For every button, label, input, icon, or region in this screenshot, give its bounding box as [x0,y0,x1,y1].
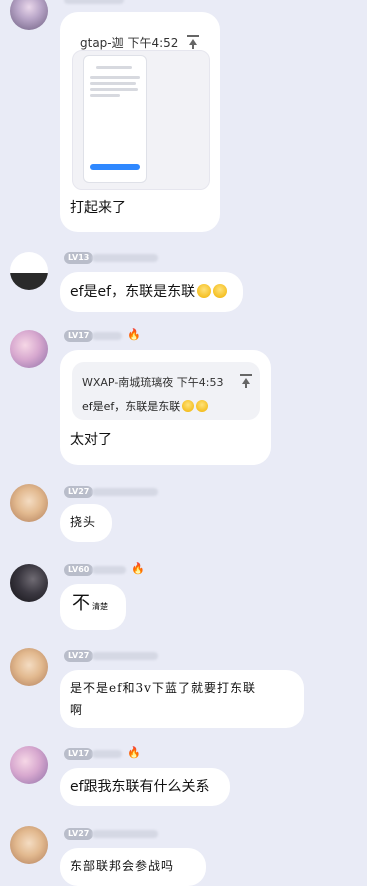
message-text: 打起来了 [70,200,126,216]
avatar[interactable] [10,484,48,522]
avatar[interactable] [10,564,48,602]
fire-icon: 🔥 [131,562,145,575]
nickname-blurred [92,750,122,758]
screenshot-thumbnail[interactable] [72,50,210,190]
level-badge: LV27 [64,828,94,840]
smiling-face-icon [213,284,228,298]
nickname-blurred [92,652,158,660]
level-badge: LV13 [64,252,94,264]
message-text: ef跟我东联有什么关系 [70,779,210,795]
level-badge: LV17 [64,330,94,342]
level-badge: LV60 [64,564,94,576]
nickname-blurred [92,830,158,838]
nickname-blurred [92,566,126,574]
message-text-line: 啊 [70,703,84,717]
smiling-face-icon [182,400,195,412]
quote-header: gtap-迦 下午4:52 [80,36,179,50]
avatar[interactable] [10,826,48,864]
avatar[interactable] [10,330,48,368]
quote-text: ef是ef，东联是东联 [82,398,209,414]
smiling-face-icon [196,400,209,412]
level-badge: LV27 [64,650,94,662]
quote-header: WXAP-南城琉璃夜 下午4:53 [82,376,224,389]
nickname-blurred [92,488,158,496]
message-text: 东部联邦会参战吗 [70,859,175,873]
message-text-line: 是不是ef和3v下蓝了就要打东联 [70,681,256,695]
fire-icon: 🔥 [127,746,141,759]
fire-icon: 🔥 [127,328,141,341]
pin-icon-stem [192,44,194,49]
message-text: 挠头 [70,515,97,529]
level-badge: LV27 [64,486,94,498]
avatar[interactable] [10,746,48,784]
nickname-blurred [92,332,122,340]
message-text: 太对了 [70,432,112,448]
nickname-blurred [64,0,124,4]
avatar[interactable] [10,648,48,686]
message-text: ef是ef，东联是东联 [70,282,228,302]
smiling-face-icon [197,284,212,298]
nickname-blurred [92,254,158,262]
level-badge: LV17 [64,748,94,760]
avatar[interactable] [10,252,48,290]
avatar[interactable] [10,0,48,30]
pin-icon-stem [245,383,247,388]
message-text: 不清楚 [72,593,108,614]
